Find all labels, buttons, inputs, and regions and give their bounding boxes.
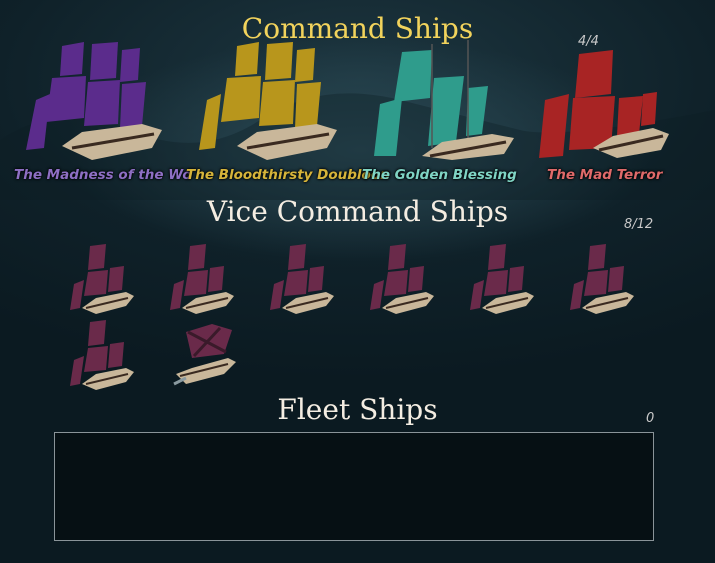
ship-icon	[199, 42, 337, 160]
fleet-ships-count: 0	[646, 411, 655, 426]
ship-icon	[470, 244, 534, 314]
fleet-ships-drop-area[interactable]	[54, 432, 654, 541]
command-ship-4[interactable]	[533, 38, 683, 160]
fleet-ships-title: Fleet Ships	[277, 393, 438, 426]
ship-icon	[270, 244, 334, 314]
command-ship-1[interactable]	[22, 38, 172, 160]
vice-ship-2[interactable]	[168, 244, 238, 316]
command-ship-3[interactable]	[372, 38, 522, 160]
ship-icon	[70, 244, 134, 314]
vice-ship-3[interactable]	[268, 244, 338, 316]
vice-command-ships-count: 8/12	[624, 217, 654, 232]
ship-icon	[539, 50, 669, 158]
vice-ship-4[interactable]	[368, 244, 438, 316]
command-ship-2[interactable]	[197, 38, 347, 160]
vice-ship-1[interactable]	[68, 244, 138, 316]
vice-command-ships-title: Vice Command Ships	[206, 195, 509, 228]
ship-icon	[374, 40, 514, 160]
vice-ship-6[interactable]	[568, 244, 638, 316]
ship-icon	[370, 244, 434, 314]
command-ship-1-name: The Madness of the Wo	[14, 167, 192, 183]
ship-icon	[570, 244, 634, 314]
command-ship-3-name: The Golden Blessing	[362, 167, 517, 183]
ship-icon	[26, 42, 162, 160]
command-ship-4-name: The Mad Terror	[547, 167, 663, 183]
vice-ship-5[interactable]	[468, 244, 538, 316]
vice-ship-8[interactable]	[172, 318, 242, 390]
ship-icon	[70, 320, 134, 390]
vice-ship-7[interactable]	[68, 320, 138, 392]
command-ship-2-name: The Bloodthirsty Doubloon	[186, 167, 390, 183]
ship-icon	[173, 324, 236, 386]
ship-icon	[170, 244, 234, 314]
